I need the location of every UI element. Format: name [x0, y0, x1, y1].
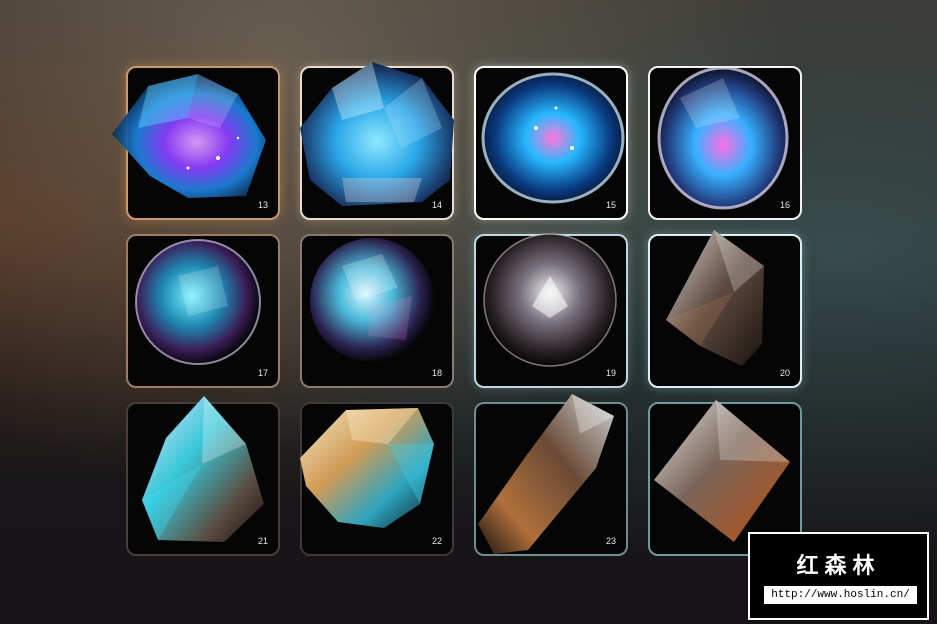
gem-tile[interactable]: 22 — [300, 402, 454, 556]
watermark-url: http://www.hoslin.cn/ — [764, 586, 917, 604]
gem-tile[interactable]: 20 — [648, 230, 802, 388]
gem-tile[interactable]: 14 — [300, 62, 454, 220]
tile-number: 23 — [605, 536, 616, 546]
gem-tile[interactable]: 21 — [126, 396, 280, 556]
iridescent-crystal-icon — [142, 396, 264, 542]
nebula-crystal-icon — [300, 62, 454, 206]
amber-crystal-icon — [300, 408, 434, 528]
smoky-quartz-icon — [666, 230, 764, 366]
tile-number: 21 — [257, 536, 268, 546]
crystal-sphere-icon — [310, 238, 434, 362]
tile-number: 14 — [431, 200, 442, 210]
tile-number: 22 — [431, 536, 442, 546]
crystal-sphere-icon — [483, 233, 617, 367]
gem-tile[interactable]: 17 — [126, 234, 280, 388]
gem-grid: 13 14 15 16 17 18 19 20 21 22 23 — [112, 62, 802, 556]
watermark-logo: 红森林 http://www.hoslin.cn/ — [748, 532, 929, 620]
tile-number: 19 — [605, 368, 616, 378]
tile-number: 18 — [431, 368, 442, 378]
crystal-sphere-icon — [135, 239, 261, 365]
gem-tile[interactable]: 18 — [300, 234, 454, 388]
watermark-title: 红森林 — [796, 554, 881, 579]
tile-number: 15 — [605, 200, 616, 210]
gem-tile[interactable]: 16 — [648, 66, 802, 220]
nebula-crystal-icon — [112, 74, 266, 198]
gem-tile[interactable]: 19 — [474, 233, 628, 388]
gem-tile[interactable]: 15 — [474, 66, 628, 220]
gem-tile[interactable]: 13 — [112, 66, 280, 220]
smoky-quartz-icon — [478, 394, 614, 554]
gem-tile[interactable]: 23 — [474, 394, 628, 556]
nebula-crystal-icon — [481, 72, 625, 204]
tile-number: 17 — [257, 368, 268, 378]
tile-number: 16 — [779, 200, 790, 210]
nebula-crystal-icon — [657, 66, 789, 210]
tile-number: 13 — [257, 200, 268, 210]
tile-number: 20 — [779, 368, 790, 378]
